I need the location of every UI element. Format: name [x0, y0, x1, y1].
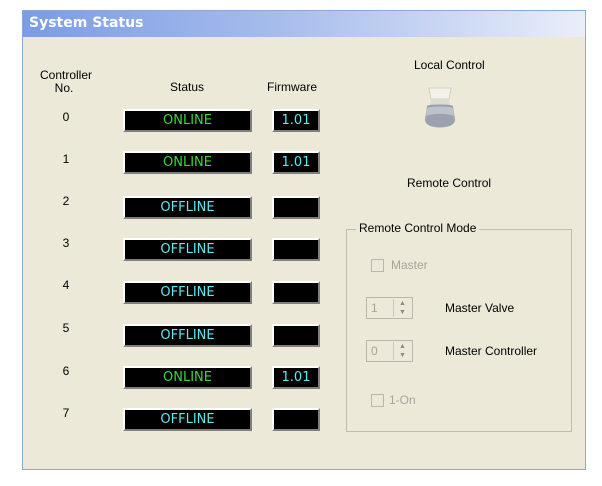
controller-number: 2	[62, 194, 70, 208]
firmware-display	[272, 196, 320, 219]
master-valve-label: Master Valve	[445, 301, 515, 315]
firmware-display: 1.01	[272, 109, 320, 132]
master-valve-spinner[interactable]: 1 ▲ ▼	[366, 297, 413, 319]
firmware-display	[272, 238, 320, 261]
firmware-display	[272, 281, 320, 304]
controller-number: 3	[62, 236, 70, 250]
local-control-label: Local Control	[414, 58, 485, 72]
column-header-status: Status	[169, 80, 205, 94]
status-display: OFFLINE	[123, 408, 252, 431]
master-checkbox[interactable]	[371, 259, 384, 272]
remote-control-mode-title: Remote Control Mode	[356, 221, 480, 235]
master-controller-value: 0	[371, 344, 378, 358]
panel-title: System Status	[29, 15, 144, 31]
column-header-firmware: Firmware	[267, 80, 317, 94]
controller-number: 4	[62, 278, 70, 292]
firmware-display	[272, 408, 320, 431]
toggle-switch-icon[interactable]	[420, 86, 460, 136]
controller-number: 6	[62, 364, 70, 378]
status-display: ONLINE	[123, 109, 252, 132]
master-valve-value: 1	[371, 301, 378, 315]
controller-number: 5	[62, 321, 70, 335]
column-header-controller-no: Controller No.	[40, 68, 93, 95]
spin-down-icon[interactable]: ▼	[394, 308, 411, 317]
controller-number: 1	[62, 152, 70, 166]
spin-up-icon[interactable]: ▲	[394, 299, 411, 308]
spin-up-icon[interactable]: ▲	[394, 342, 411, 351]
spin-down-icon[interactable]: ▼	[394, 351, 411, 360]
firmware-display: 1.01	[272, 151, 320, 174]
master-label: Master	[391, 258, 428, 272]
one-on-checkbox[interactable]	[371, 394, 384, 407]
panel-titlebar: System Status	[23, 11, 585, 37]
firmware-display	[272, 324, 320, 347]
status-display: ONLINE	[123, 366, 252, 389]
one-on-label: 1-On	[389, 393, 416, 407]
status-display: OFFLINE	[123, 196, 252, 219]
firmware-display: 1.01	[272, 366, 320, 389]
status-display: OFFLINE	[123, 238, 252, 261]
controller-number: 7	[62, 406, 70, 420]
status-display: OFFLINE	[123, 281, 252, 304]
remote-control-label: Remote Control	[407, 176, 492, 190]
master-controller-spinner[interactable]: 0 ▲ ▼	[366, 340, 413, 362]
master-controller-label: Master Controller	[445, 344, 538, 358]
status-display: ONLINE	[123, 151, 252, 174]
controller-number: 0	[62, 110, 70, 124]
status-display: OFFLINE	[123, 324, 252, 347]
